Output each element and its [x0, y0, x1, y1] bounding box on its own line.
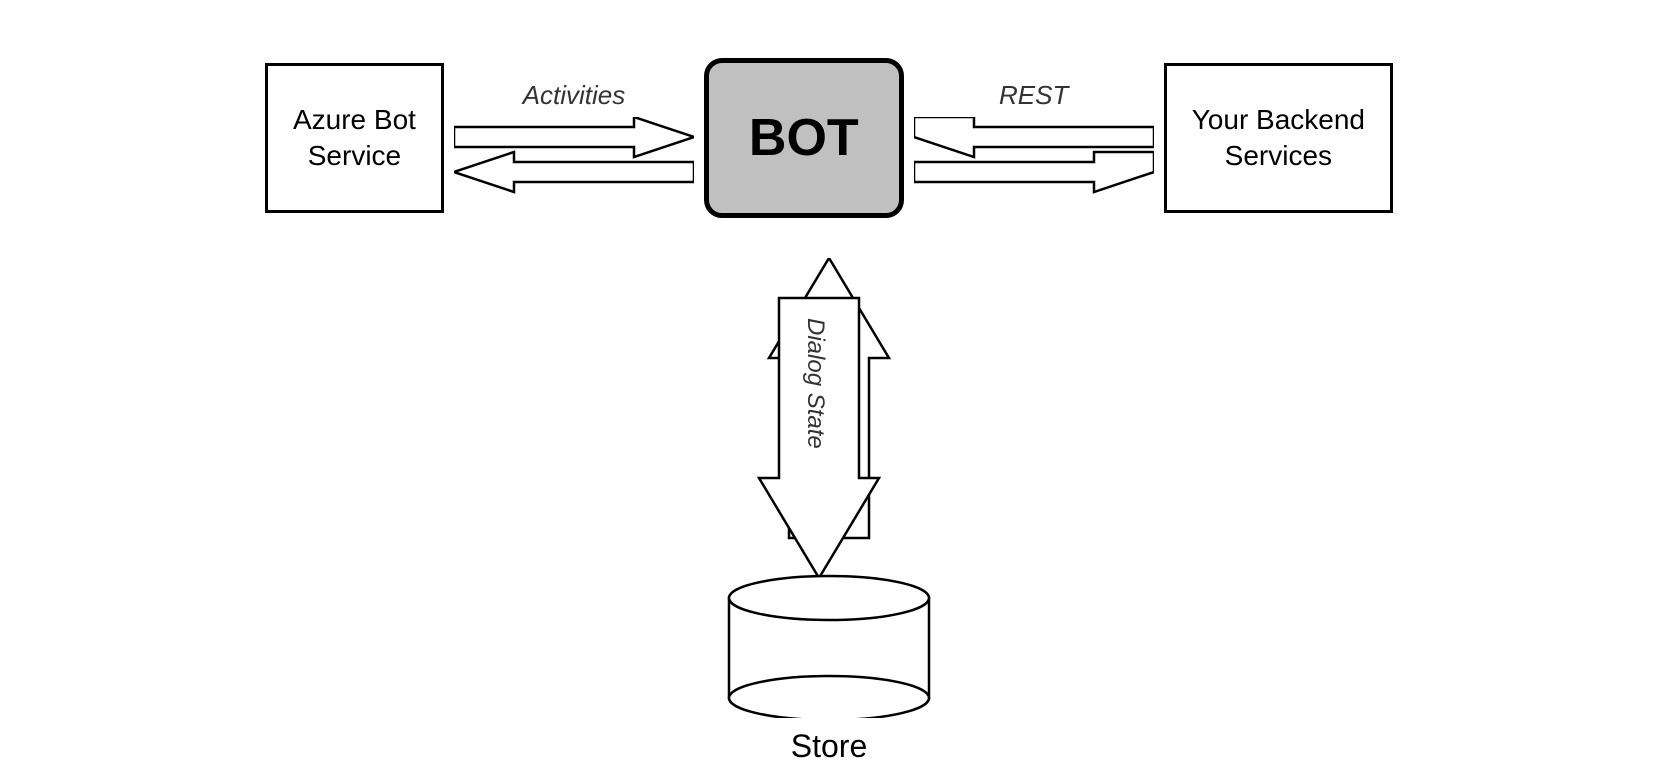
- bot-box: BOT: [704, 58, 904, 218]
- rest-label: REST: [999, 80, 1068, 111]
- top-row: Azure Bot Service Activities: [129, 58, 1529, 218]
- backend-services-box: Your Backend Services: [1164, 63, 1393, 213]
- diagram-container: Azure Bot Service Activities: [129, 28, 1529, 708]
- dialog-state-label: Dialog State: [801, 318, 829, 449]
- bot-label: BOT: [749, 108, 859, 168]
- azure-bot-service-label: Azure Bot Service: [293, 102, 416, 175]
- dialog-state-arrow-svg: [739, 258, 919, 578]
- activities-arrow-svg: [454, 117, 694, 197]
- rest-arrow-svg: [914, 117, 1154, 197]
- store-label: Store: [791, 728, 867, 765]
- store-cylinder: Store: [719, 568, 939, 765]
- vertical-section: Dialog State Store: [719, 258, 939, 765]
- azure-bot-service-box: Azure Bot Service: [265, 63, 444, 213]
- backend-services-label: Your Backend Services: [1192, 102, 1365, 175]
- activities-label: Activities: [523, 80, 626, 111]
- store-cylinder-svg: [719, 568, 939, 718]
- activities-arrow: Activities: [444, 63, 704, 213]
- rest-arrow: REST: [904, 63, 1164, 213]
